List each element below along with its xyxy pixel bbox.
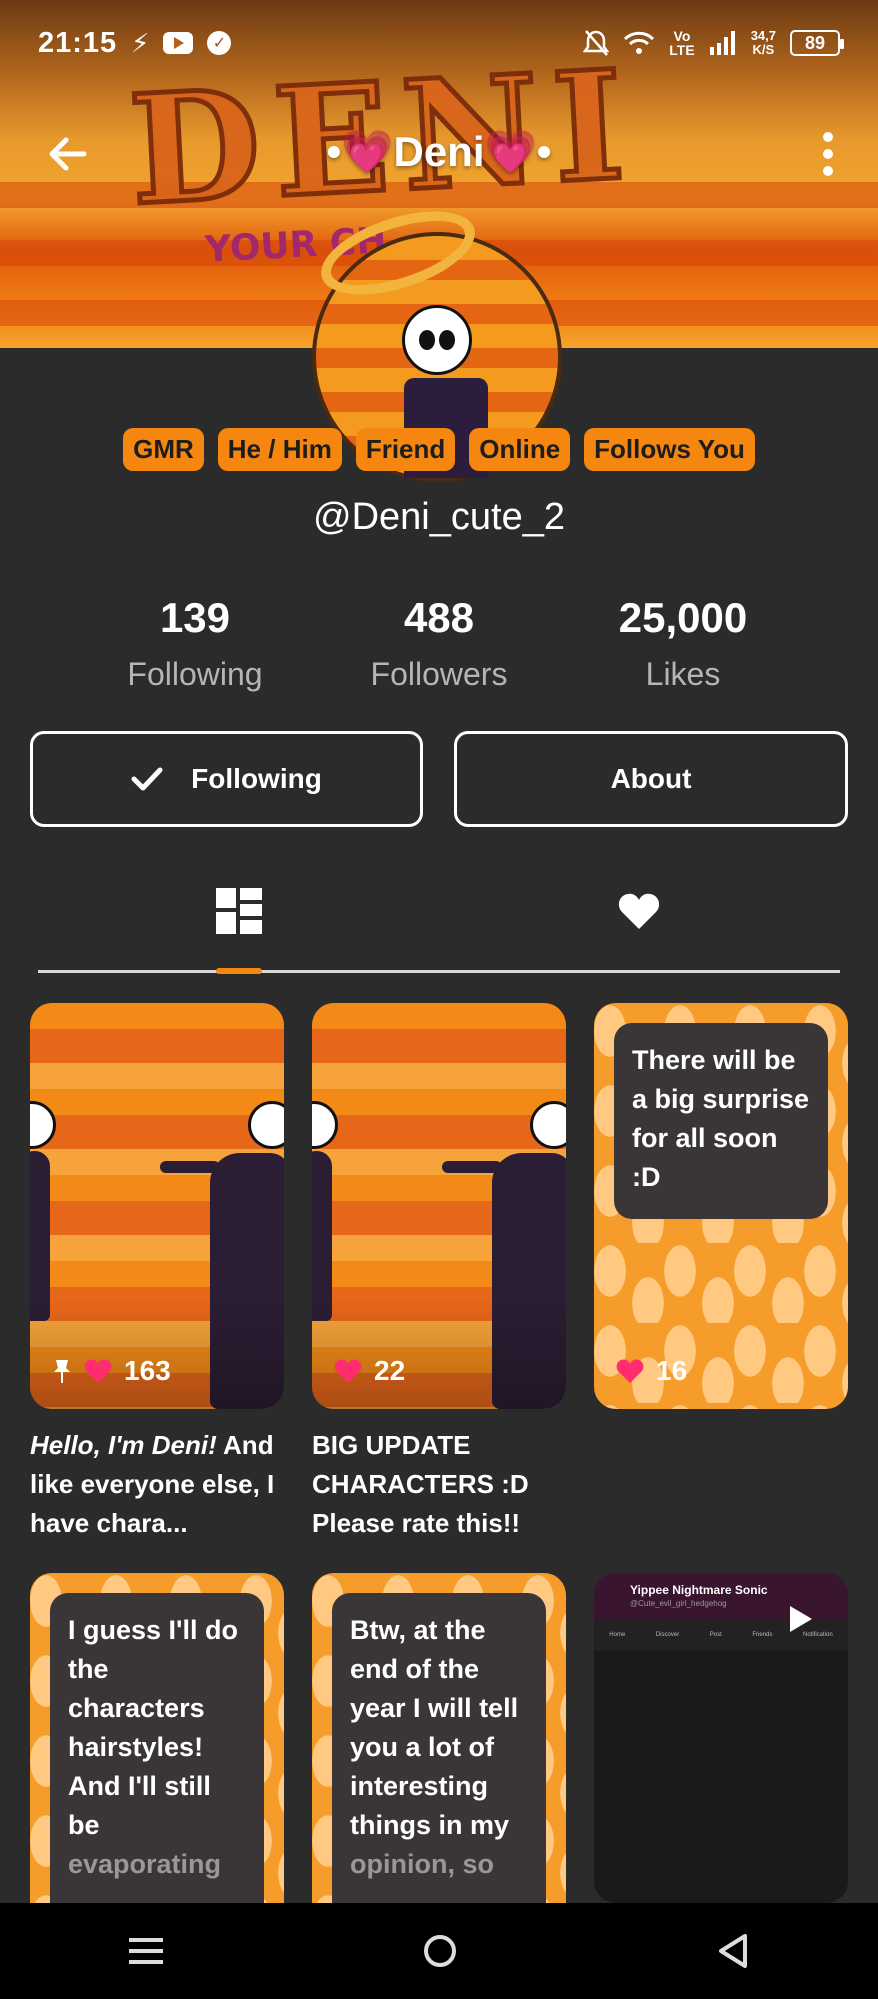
post-caption-2[interactable]: BIG UPDATE CHARACTERS :D Please rate thi… [312, 1426, 566, 1543]
tag-pronouns: He / Him [217, 428, 342, 471]
character-arm [160, 1161, 220, 1173]
wifi-icon [624, 31, 655, 54]
following-button[interactable]: Following [30, 731, 423, 827]
likes-heart-icon[interactable] [618, 892, 660, 930]
battery-level: 89 [804, 32, 826, 53]
character-head [530, 1101, 566, 1149]
tag-gmr: GMR [123, 428, 204, 471]
character-body [30, 1151, 50, 1321]
active-tab-indicator [216, 968, 262, 974]
stat-likes[interactable]: 25,000 Likes [553, 594, 813, 693]
tag-follows-you: Follows You [584, 428, 755, 471]
tag-online: Online [469, 428, 571, 471]
card-shade [30, 1299, 284, 1409]
stat-followers[interactable]: 488 Followers [309, 594, 569, 693]
card-shade [312, 1299, 566, 1409]
like-count-value: 22 [374, 1355, 406, 1386]
stat-following-label: Following [127, 656, 263, 692]
battery-icon: 89 [790, 30, 844, 56]
tabs-divider [38, 970, 840, 973]
posts-grid-icon[interactable] [216, 888, 262, 934]
post-card-3[interactable]: There will be a big surprise for all soo… [594, 1003, 848, 1409]
like-count-value: 16 [656, 1355, 688, 1386]
volte-indicator: Vo LTE [669, 29, 694, 57]
thumb-title: Yippee Nightmare Sonic [630, 1583, 768, 1597]
post-caption-1[interactable]: Hello, I'm Deni! And like everyone else,… [30, 1426, 284, 1543]
about-button-label: About [610, 763, 692, 794]
post-text-bubble: There will be a big surprise for all soo… [614, 1023, 828, 1219]
post-text: There will be a big surprise for all soo… [632, 1045, 810, 1192]
stat-following-value: 139 [159, 594, 231, 641]
more-options-icon[interactable] [822, 132, 834, 176]
heart-icon [84, 1359, 112, 1383]
thumb-nav-friends: Friends [752, 1632, 773, 1638]
post-caption-1-title: Hello, I'm Deni! [30, 1430, 217, 1460]
following-button-label: Following [191, 763, 322, 794]
pin-icon [54, 1360, 70, 1383]
menu-icon[interactable] [129, 1936, 164, 1966]
stat-likes-value: 25,000 [618, 594, 748, 641]
profile-handle: @Deni_cute_2 [313, 496, 565, 538]
thumb-nav-discover: Discover [655, 1632, 680, 1638]
post-card-5[interactable]: Btw, at the end of the year I will tell … [312, 1573, 566, 1903]
play-icon[interactable] [790, 1606, 812, 1632]
like-count: 163 [52, 1355, 171, 1387]
character-head [248, 1101, 284, 1149]
volte-top: Vo [673, 28, 691, 44]
character-head [30, 1101, 56, 1149]
message-check-icon: ✓ [207, 31, 232, 55]
post-card-1[interactable]: 163 [30, 1003, 284, 1409]
post-text-faded: evaporating [68, 1849, 222, 1879]
network-speed: 34,7 K/S [751, 29, 776, 57]
heart-icon [334, 1359, 362, 1383]
like-count-value: 163 [124, 1355, 171, 1386]
thumb-nav-home: Home [609, 1632, 626, 1638]
post-text: Btw, at the end of the year I will tell … [350, 1615, 519, 1840]
like-count: 16 [616, 1355, 687, 1387]
volte-bottom: LTE [669, 42, 695, 58]
post-text-bubble: I guess I'll do the characters hairstyle… [50, 1593, 264, 1903]
checkmark-icon [131, 767, 163, 791]
stat-followers-value: 488 [403, 594, 475, 641]
thumb-nav-notification: Notification [802, 1632, 833, 1638]
profile-tags: GMR He / Him Friend Online Follows You [0, 428, 878, 471]
speed-unit: K/S [752, 42, 775, 57]
tag-friend: Friend [355, 428, 456, 471]
mute-bell-icon [583, 30, 610, 56]
system-nav-bar [0, 1903, 878, 1999]
avatar-character-face [402, 305, 472, 375]
post-text: I guess I'll do the characters hairstyle… [68, 1615, 238, 1840]
about-button[interactable]: About [454, 731, 848, 827]
character-arm [442, 1161, 502, 1173]
stat-following[interactable]: 139 Following [65, 594, 325, 693]
heart-icon [616, 1359, 644, 1383]
back-triangle-icon[interactable] [717, 1933, 749, 1969]
stat-followers-label: Followers [370, 656, 508, 692]
home-circle-icon[interactable] [422, 1933, 458, 1969]
like-count: 22 [334, 1355, 405, 1387]
post-card-2[interactable]: 22 [312, 1003, 566, 1409]
post-text-bubble: Btw, at the end of the year I will tell … [332, 1593, 546, 1903]
thumb-subtitle: @Cute_evil_girl_hedgehog [630, 1599, 727, 1608]
speed-value: 34,7 [750, 28, 776, 43]
profile-title: •💗Deni💗• [326, 128, 552, 175]
status-bar: 21:15 ⚡ ✓ Vo LTE 34,7 K/S 89 [0, 0, 878, 86]
post-card-4[interactable]: I guess I'll do the characters hairstyle… [30, 1573, 284, 1903]
stat-likes-label: Likes [645, 656, 721, 692]
character-head [312, 1101, 338, 1149]
post-text-faded: opinion, so [350, 1849, 494, 1879]
youtube-icon [163, 32, 194, 54]
character-body [312, 1151, 332, 1321]
thumb-nav-post: Post [709, 1632, 722, 1638]
status-time: 21:15 [38, 26, 118, 59]
flash-icon: ⚡ [131, 28, 150, 58]
signal-icon [709, 31, 735, 55]
